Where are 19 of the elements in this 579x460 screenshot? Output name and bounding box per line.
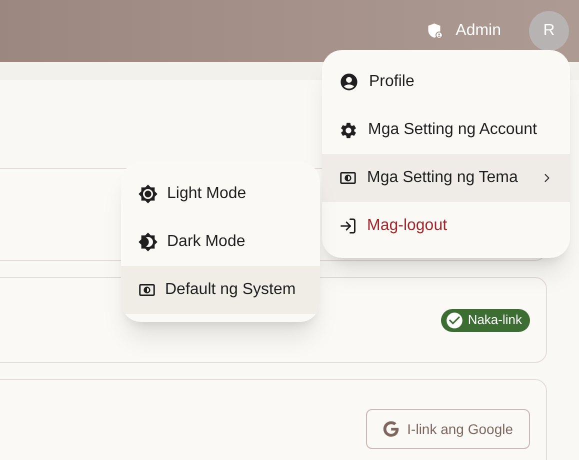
menu-item[interactable]: Dark Mode <box>121 218 320 266</box>
settings-icon <box>339 120 358 140</box>
check-icon <box>444 310 464 330</box>
moon-icon <box>138 232 158 252</box>
menu-item[interactable]: Mga Setting ng Tema <box>322 154 570 202</box>
theme-icon <box>138 281 156 299</box>
menu-item[interactable]: Mga Setting ng Account <box>322 106 570 154</box>
menu-item[interactable]: Mag-logout <box>322 202 570 250</box>
shield-user-icon <box>426 22 444 40</box>
linked-badge: Naka-link <box>440 308 530 332</box>
menu-item[interactable]: Light Mode <box>121 170 320 218</box>
sun-icon <box>138 184 158 204</box>
theme-icon <box>339 169 357 187</box>
google-icon <box>383 421 400 437</box>
logout-icon <box>339 217 357 235</box>
role-label: Admin <box>456 21 501 41</box>
menu-item[interactable]: Profile <box>322 58 570 106</box>
menu-item[interactable]: Default ng System <box>121 266 320 314</box>
link-google-button[interactable]: I-link ang Google <box>366 409 530 449</box>
